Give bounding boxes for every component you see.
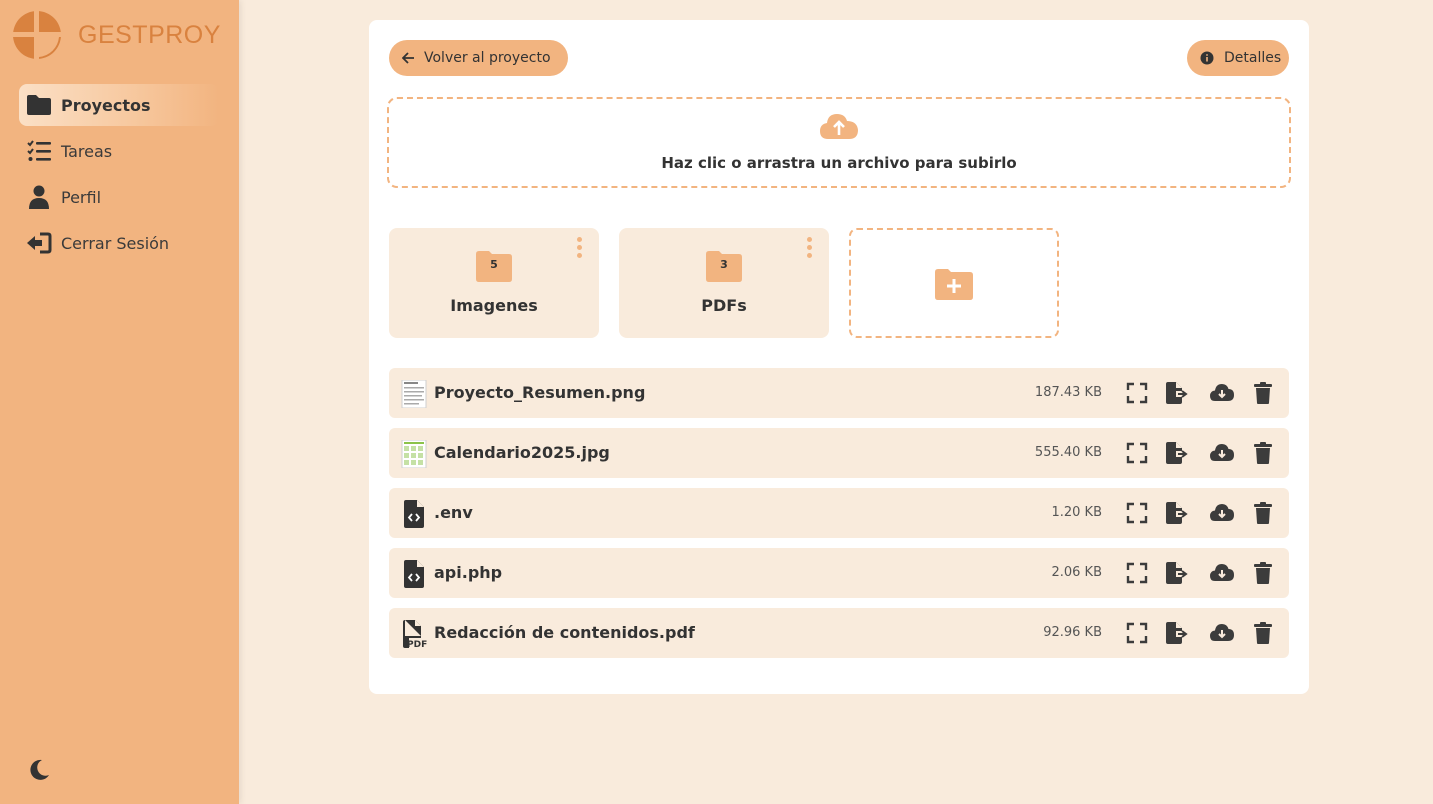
sidebar-item-label: Tareas (61, 141, 113, 161)
logout-icon (26, 231, 52, 255)
cloud-download-icon[interactable] (1210, 622, 1234, 644)
move-file-icon[interactable] (1165, 562, 1188, 584)
expand-icon[interactable] (1126, 622, 1148, 644)
file-size: 555.40 KB (1034, 445, 1102, 460)
folder-menu-button[interactable] (573, 237, 585, 259)
file-name: Proyecto_Resumen.png (434, 383, 646, 402)
app-name: GESTPROY (78, 20, 221, 49)
move-file-icon[interactable] (1165, 442, 1188, 464)
expand-icon[interactable] (1126, 382, 1148, 404)
logo[interactable]: GESTPROY (12, 10, 221, 60)
kebab-dot (576, 253, 582, 258)
kebab-dot (576, 237, 582, 242)
info-icon (1200, 51, 1214, 65)
upload-label: Haz clic o arrastra un archivo para subi… (661, 154, 1017, 172)
folder-card[interactable]: 5 Imagenes (389, 228, 599, 338)
file-name: api.php (434, 563, 503, 582)
move-file-icon[interactable] (1165, 622, 1188, 644)
trash-icon[interactable] (1253, 442, 1275, 464)
file-row[interactable]: Calendario2025.jpg 555.40 KB (389, 428, 1289, 478)
kebab-dot (806, 237, 812, 242)
file-size: 2.06 KB (1051, 565, 1102, 580)
expand-icon[interactable] (1126, 442, 1148, 464)
theme-toggle[interactable] (27, 758, 51, 782)
sidebar-nav: Proyectos Tareas Perfil Cerrar Sesión (19, 84, 219, 268)
trash-icon[interactable] (1253, 502, 1275, 524)
file-row[interactable]: api.php 2.06 KB (389, 548, 1289, 598)
sidebar-item-label: Proyectos (61, 95, 151, 115)
expand-icon[interactable] (1126, 502, 1148, 524)
back-to-project-button[interactable]: Volver al proyecto (389, 40, 568, 76)
sidebar: GESTPROY Proyectos Tareas Perfil Cerrar … (0, 0, 239, 804)
expand-icon[interactable] (1126, 562, 1148, 584)
folder-card[interactable]: 3 PDFs (619, 228, 829, 338)
cloud-download-icon[interactable] (1210, 442, 1234, 464)
pdf-file-icon: PDF (403, 620, 427, 648)
sidebar-item-cerrar-sesion[interactable]: Cerrar Sesión (19, 222, 219, 264)
svg-text:PDF: PDF (407, 640, 427, 648)
logo-icon (12, 10, 62, 60)
sidebar-item-proyectos[interactable]: Proyectos (19, 84, 219, 126)
moon-icon (30, 759, 49, 780)
back-button-label: Volver al proyecto (424, 50, 551, 66)
trash-icon[interactable] (1253, 622, 1275, 644)
details-button[interactable]: Detalles (1187, 40, 1289, 76)
sidebar-item-label: Perfil (61, 187, 102, 207)
move-file-icon[interactable] (1165, 382, 1188, 404)
file-size: 92.96 KB (1043, 625, 1102, 640)
folder-file-count: 5 (490, 258, 498, 271)
file-row[interactable]: Proyecto_Resumen.png 187.43 KB (389, 368, 1289, 418)
sidebar-item-perfil[interactable]: Perfil (19, 176, 219, 218)
cloud-download-icon[interactable] (1210, 502, 1234, 524)
kebab-dot (576, 245, 582, 250)
cloud-download-icon[interactable] (1210, 382, 1234, 404)
list-check-icon (26, 139, 52, 163)
details-button-label: Detalles (1224, 50, 1282, 66)
folder-icon (26, 93, 52, 117)
cloud-download-icon[interactable] (1210, 562, 1234, 584)
file-name: Redacción de contenidos.pdf (434, 623, 695, 642)
cloud-upload-icon (820, 114, 858, 139)
add-folder-button[interactable] (849, 228, 1059, 338)
file-row[interactable]: .env 1.20 KB (389, 488, 1289, 538)
kebab-dot (806, 245, 812, 250)
arrow-left-icon (402, 52, 414, 64)
folder-name: Imagenes (450, 296, 538, 315)
move-file-icon[interactable] (1165, 502, 1188, 524)
folder-menu-button[interactable] (803, 237, 815, 259)
file-size: 1.20 KB (1051, 505, 1102, 520)
file-manager-card: Volver al proyecto Detalles Haz clic o a… (369, 20, 1309, 694)
file-list: Proyecto_Resumen.png 187.43 KB Calendari… (389, 368, 1289, 668)
user-icon (26, 185, 52, 209)
upload-dropzone[interactable]: Haz clic o arrastra un archivo para subi… (387, 97, 1291, 188)
code-file-icon (404, 560, 424, 588)
file-name: .env (434, 503, 473, 522)
folder-name: PDFs (701, 296, 747, 315)
image-thumbnail-icon (401, 380, 427, 408)
trash-icon[interactable] (1253, 562, 1275, 584)
image-thumbnail-icon (401, 440, 427, 468)
kebab-dot (806, 253, 812, 258)
sidebar-item-tareas[interactable]: Tareas (19, 130, 219, 172)
trash-icon[interactable] (1253, 382, 1275, 404)
folder-plus-icon (935, 269, 973, 300)
sidebar-item-label: Cerrar Sesión (61, 233, 170, 253)
file-name: Calendario2025.jpg (434, 443, 610, 462)
file-size: 187.43 KB (1034, 385, 1102, 400)
code-file-icon (404, 500, 424, 528)
file-row[interactable]: PDF Redacción de contenidos.pdf 92.96 KB (389, 608, 1289, 658)
folder-file-count: 3 (720, 258, 728, 271)
